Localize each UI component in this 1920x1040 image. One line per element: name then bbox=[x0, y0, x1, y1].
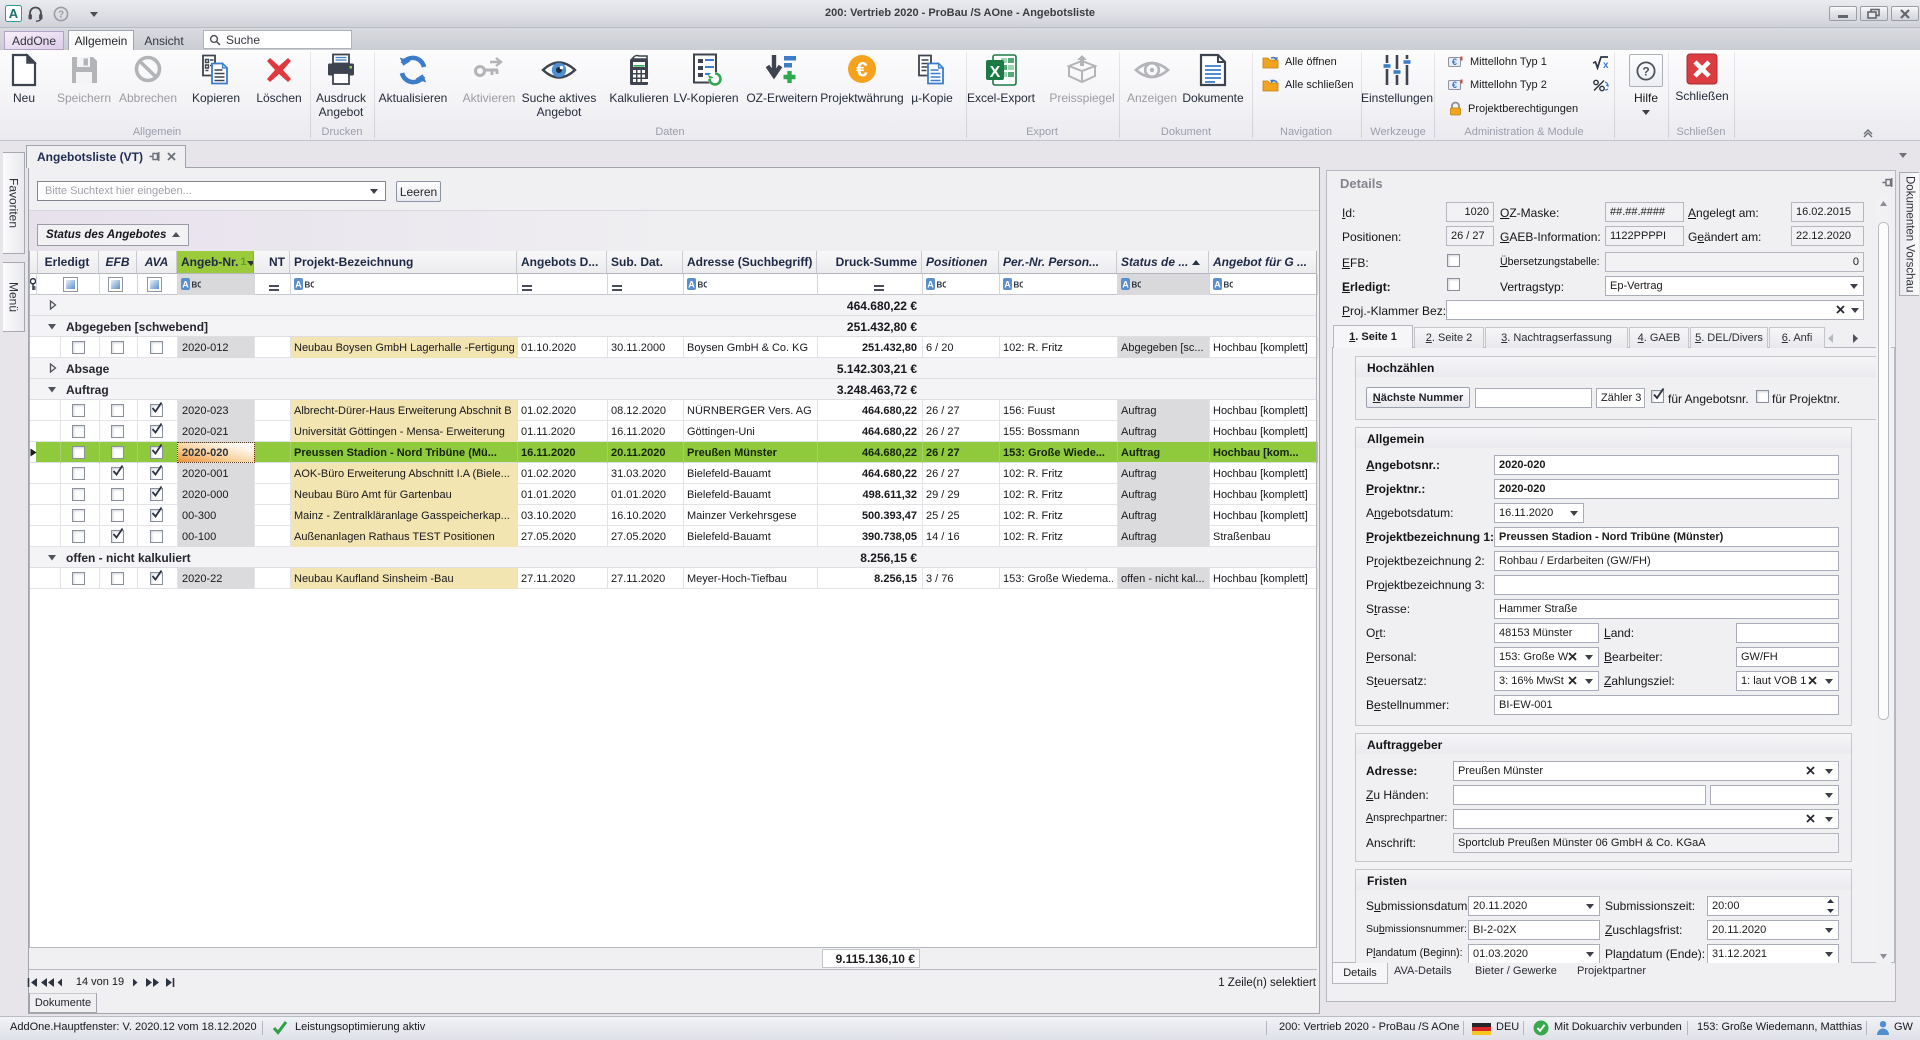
svg-text:BC: BC bbox=[1224, 281, 1234, 290]
svg-text:€: € bbox=[1452, 80, 1457, 90]
svg-text:BC: BC bbox=[698, 281, 708, 290]
svg-text:A: A bbox=[1004, 280, 1011, 290]
svg-text:€: € bbox=[1452, 57, 1457, 67]
svg-text:A: A bbox=[1214, 280, 1221, 290]
svg-text:€: € bbox=[856, 59, 868, 82]
svg-text:BC: BC bbox=[937, 281, 947, 290]
svg-text:BC: BC bbox=[1014, 281, 1024, 290]
svg-text:A: A bbox=[688, 280, 695, 290]
svg-text:BC: BC bbox=[1132, 281, 1142, 290]
svg-text:?: ? bbox=[1642, 64, 1649, 78]
svg-text:x: x bbox=[1603, 60, 1609, 70]
svg-text:A: A bbox=[927, 280, 934, 290]
svg-text:A: A bbox=[1122, 280, 1129, 290]
svg-text:A: A bbox=[295, 280, 302, 290]
svg-text:BC: BC bbox=[305, 281, 315, 290]
svg-text:A: A bbox=[182, 280, 189, 290]
svg-text:BC: BC bbox=[192, 281, 202, 290]
svg-text:X: X bbox=[990, 64, 1001, 81]
